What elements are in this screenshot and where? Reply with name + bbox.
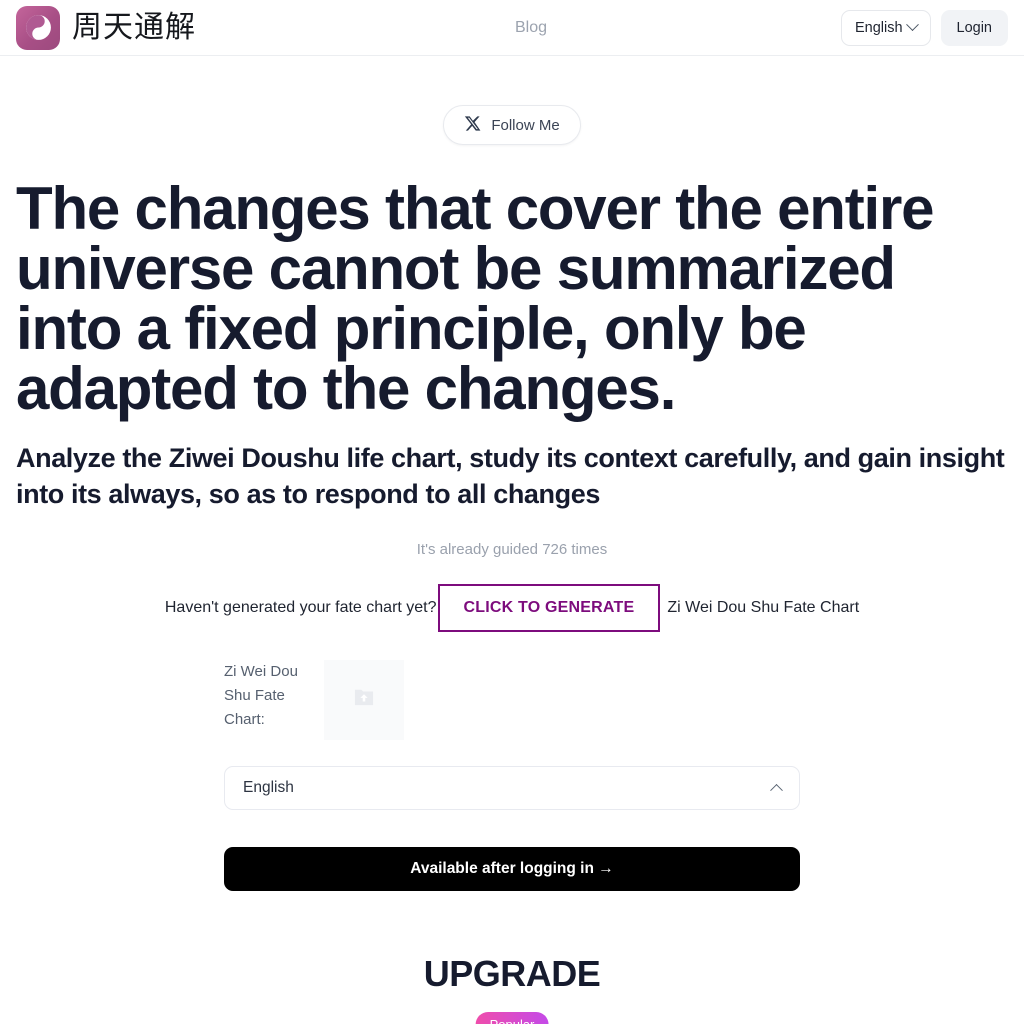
hero-section: Follow Me The changes that cover the ent… [0, 105, 1024, 891]
login-button[interactable]: Login [940, 9, 1008, 46]
header-actions: English Login [840, 9, 1008, 46]
brand-name: 周天通解 [72, 10, 196, 44]
page-subtitle: Analyze the Ziwei Doushu life chart, stu… [16, 443, 1005, 509]
nav-item-blog[interactable]: Blog [515, 19, 547, 36]
image-upload-placeholder-icon [353, 687, 375, 712]
follow-me-button[interactable]: Follow Me [443, 105, 581, 145]
popular-badge: Popular [475, 1011, 549, 1024]
generate-chart-row: Haven't generated your fate chart yet? C… [16, 583, 1008, 632]
page-title: The changes that cover the entire univer… [16, 175, 935, 422]
fate-chart-form: Zi Wei Dou Shu Fate Chart: English Avail… [224, 659, 800, 891]
language-selector-value: English [854, 19, 903, 36]
guided-count-text: It's already guided 726 times [416, 540, 608, 558]
upgrade-section: UPGRADE Free Popular Premium Boost Pack [0, 953, 1024, 1024]
follow-me-label: Follow Me [491, 116, 560, 134]
site-header: 周天通解 Blog English Login [0, 0, 1024, 56]
x-twitter-icon [464, 115, 481, 136]
upgrade-heading: UPGRADE [423, 952, 601, 994]
main-nav: Blog [515, 19, 547, 37]
chart-upload-row: Zi Wei Dou Shu Fate Chart: [224, 659, 800, 740]
language-selector-button[interactable]: English [840, 9, 931, 46]
chart-upload-label: Zi Wei Dou Shu Fate Chart: [224, 662, 298, 729]
chevron-up-icon [770, 784, 783, 798]
submit-button[interactable]: Available after logging in → [224, 846, 800, 891]
follow-button-wrap: Follow Me [16, 105, 1008, 145]
output-language-value: English [243, 778, 294, 796]
click-to-generate-button[interactable]: CLICK TO GENERATE [437, 583, 661, 632]
output-language-select[interactable]: English [224, 765, 800, 810]
chart-upload-dropzone[interactable] [324, 659, 404, 740]
brand-logo-link[interactable]: 周天通解 [16, 5, 196, 50]
generate-lead-text: Haven't generated your fate chart yet? [164, 598, 437, 616]
chevron-down-icon [905, 18, 919, 32]
generate-trail-text: Zi Wei Dou Shu Fate Chart [667, 598, 860, 616]
yin-yang-icon [16, 5, 60, 50]
